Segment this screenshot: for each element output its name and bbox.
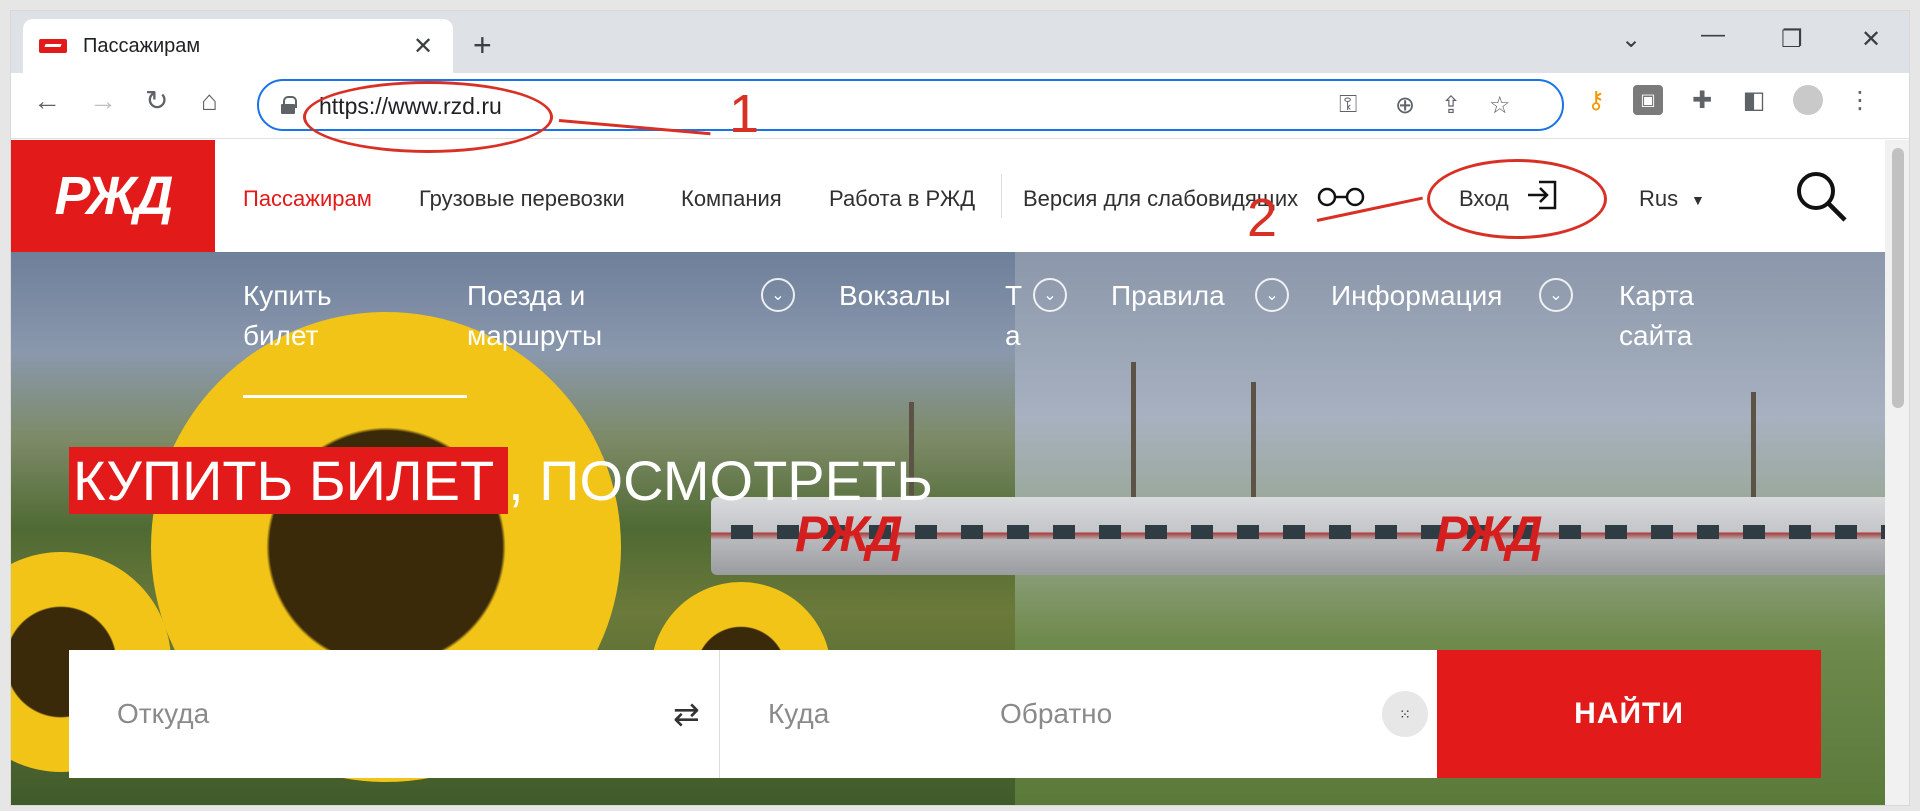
- chevron-down-icon[interactable]: ⌄: [1033, 278, 1067, 312]
- puzzle-extensions-icon[interactable]: ✚: [1687, 85, 1717, 115]
- nav-careers[interactable]: Работа в РЖД: [829, 186, 975, 212]
- ticket-search-form: Откуда ⇄ Куда Обратно ⁙ НАЙТИ: [69, 650, 1821, 778]
- subnav-buy-ticket[interactable]: Купить билет: [243, 276, 332, 356]
- find-button[interactable]: НАЙТИ: [1437, 650, 1821, 778]
- train-windows: [731, 525, 1885, 539]
- share-icon[interactable]: ⇪: [1441, 91, 1461, 120]
- lock-icon[interactable]: [281, 96, 297, 114]
- subnav-trains-routes[interactable]: Поезда и маршруты: [467, 276, 602, 356]
- subnav-buy-ticket-line1: Купить: [243, 280, 332, 311]
- zoom-icon[interactable]: ⊕: [1395, 91, 1415, 120]
- language-caret-icon[interactable]: ▼: [1691, 192, 1705, 208]
- to-field[interactable]: Куда: [720, 650, 1000, 778]
- chevron-down-icon[interactable]: ⌄: [1255, 278, 1289, 312]
- nav-company[interactable]: Компания: [681, 186, 782, 212]
- bookmark-star-icon[interactable]: ☆: [1489, 91, 1511, 120]
- extension-icon[interactable]: ▣: [1633, 85, 1663, 115]
- forward-arrow-icon[interactable]: →: [89, 87, 117, 115]
- glasses-icon[interactable]: [1315, 184, 1367, 210]
- hero-banner: РЖД РЖД Купить билет Поезда и маршруты ⌄ В…: [11, 252, 1885, 805]
- train-logo: РЖД: [795, 506, 903, 562]
- subnav-sitemap[interactable]: Карта сайта: [1619, 276, 1694, 356]
- subnav-trains-line2: маршруты: [467, 320, 603, 351]
- to-placeholder: Куда: [768, 698, 830, 729]
- browser-tab[interactable]: Пассажирам ✕: [23, 19, 453, 73]
- menu-kebab-icon[interactable]: ⋮: [1845, 85, 1875, 115]
- subnav-clipped-line1: Т: [1005, 280, 1023, 311]
- subnav-active-underline: [243, 395, 467, 398]
- scrollbar-thumb[interactable]: [1892, 148, 1904, 408]
- back-arrow-icon[interactable]: ←: [33, 87, 61, 115]
- annotation-ellipse-login: [1427, 159, 1607, 239]
- subnav-sitemap-line2: сайта: [1619, 320, 1693, 351]
- close-window-icon[interactable]: ✕: [1861, 25, 1881, 54]
- browser-toolbar: ← → ↻ ⌂ https://www.rzd.ru ⚿ ⊕ ⇪ ☆ ⚷ ▣ ✚…: [11, 73, 1909, 139]
- rzd-logo-text: РЖД: [54, 166, 173, 226]
- tab-close-icon[interactable]: ✕: [409, 32, 437, 61]
- tab-title: Пассажирам: [83, 34, 201, 57]
- annotation-number-2: 2: [1247, 188, 1278, 248]
- key-extension-icon[interactable]: ⚷: [1581, 85, 1611, 115]
- subnav-trains-line1: Поезда и: [467, 280, 586, 311]
- subnav-clipped-line2: а: [1005, 320, 1021, 351]
- from-field[interactable]: Откуда ⇄: [69, 650, 719, 778]
- browser-window: Пассажирам ✕ + ⌄ — ❐ ✕ ← → ↻ ⌂ https://w…: [10, 10, 1910, 806]
- headline-rest: , ПОСМОТРЕТЬ: [508, 449, 933, 512]
- hero-headline: КУПИТЬ БИЛЕТ, ПОСМОТРЕТЬ: [69, 447, 933, 514]
- rzd-logo[interactable]: РЖД: [11, 140, 215, 252]
- search-icon[interactable]: [1791, 166, 1851, 226]
- swap-direction-icon[interactable]: ⇄: [673, 695, 700, 733]
- nav-divider: [1001, 174, 1002, 218]
- subnav-rules[interactable]: Правила: [1111, 276, 1225, 316]
- page-scrollbar[interactable]: [1885, 140, 1909, 805]
- annotation-ellipse-url: [303, 81, 553, 153]
- nav-passengers[interactable]: Пассажирам: [243, 186, 372, 212]
- nav-freight[interactable]: Грузовые перевозки: [419, 186, 625, 212]
- return-placeholder: Обратно: [1000, 698, 1113, 729]
- site-header: РЖД Пассажирам Грузовые перевозки Компан…: [11, 140, 1909, 252]
- tab-strip: Пассажирам ✕ + ⌄ — ❐ ✕: [11, 11, 1909, 73]
- train-logo: РЖД: [1435, 506, 1543, 562]
- annotation-number-1: 1: [729, 84, 760, 144]
- restore-icon[interactable]: ❐: [1781, 25, 1803, 54]
- language-selector[interactable]: Rus: [1639, 186, 1678, 212]
- subnav-sitemap-line1: Карта: [1619, 280, 1694, 311]
- reload-icon[interactable]: ↻: [145, 87, 168, 115]
- subnav-clipped-item[interactable]: Та: [1005, 276, 1022, 356]
- profile-avatar[interactable]: [1793, 85, 1823, 115]
- minimize-icon[interactable]: —: [1701, 21, 1725, 49]
- chevron-down-icon[interactable]: ⌄: [1539, 278, 1573, 312]
- calendar-icon[interactable]: ⁙: [1382, 691, 1428, 737]
- side-panel-icon[interactable]: ◧: [1739, 85, 1769, 115]
- new-tab-button[interactable]: +: [473, 29, 492, 61]
- subnav-info[interactable]: Информация: [1331, 276, 1502, 316]
- subnav-buy-ticket-line2: билет: [243, 320, 319, 351]
- return-date-field[interactable]: Обратно ⁙: [1000, 650, 1437, 778]
- subnav-stations[interactable]: Вокзалы: [839, 276, 951, 316]
- rzd-favicon-icon: [39, 39, 67, 53]
- home-icon[interactable]: ⌂: [201, 87, 218, 115]
- from-placeholder: Откуда: [117, 698, 210, 729]
- key-icon[interactable]: ⚿: [1339, 91, 1357, 119]
- tab-search-chevron-icon[interactable]: ⌄: [1621, 25, 1641, 54]
- chevron-down-icon[interactable]: ⌄: [761, 278, 795, 312]
- headline-highlight: КУПИТЬ БИЛЕТ: [69, 447, 509, 514]
